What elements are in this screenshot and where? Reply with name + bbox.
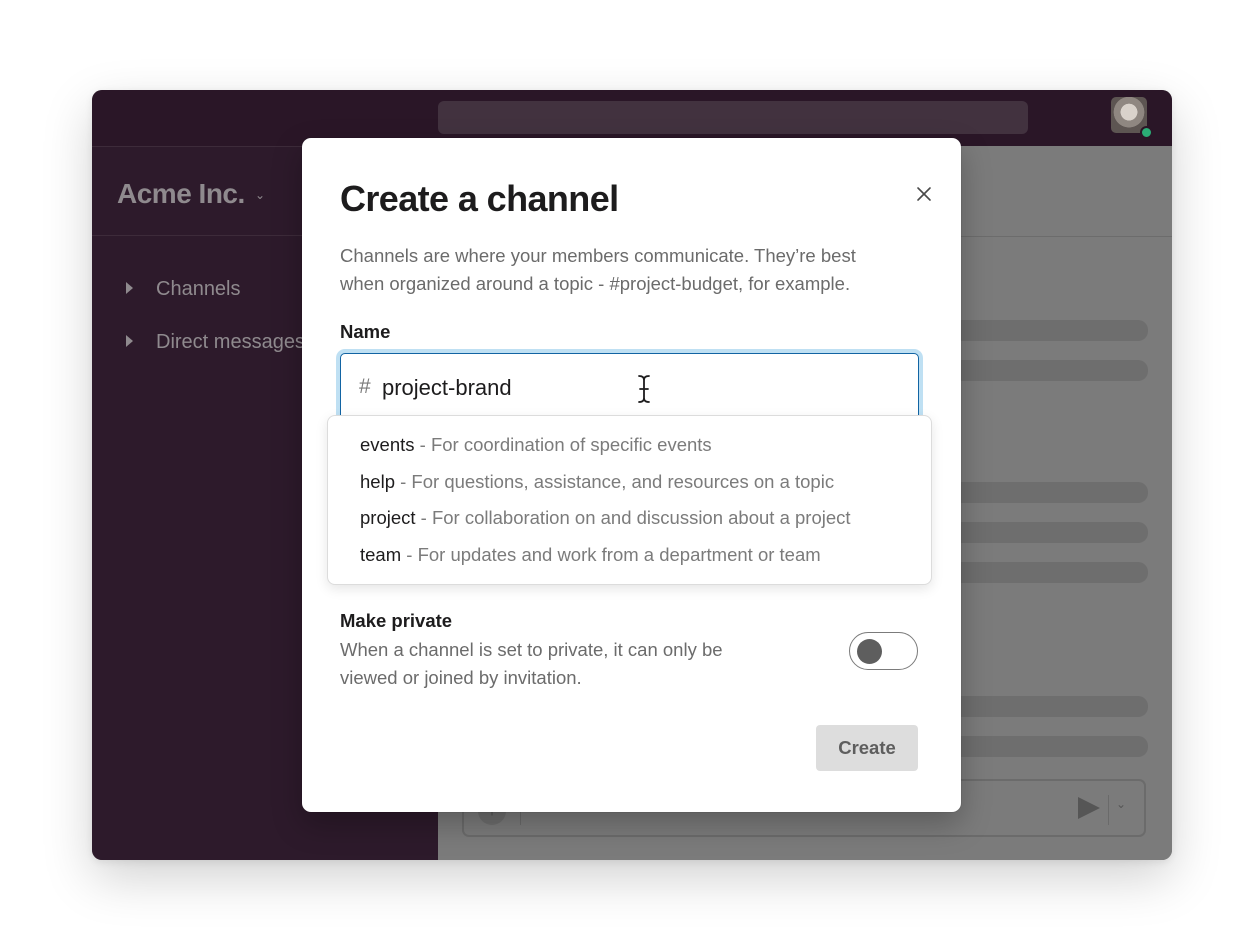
chevron-down-icon[interactable]: ⌄ [1116, 797, 1126, 811]
suggestion-item[interactable]: help - For questions, assistance, and re… [360, 471, 834, 493]
sidebar-item-label: Channels [156, 278, 241, 300]
suggestion-description: - For coordination of specific events [414, 434, 712, 455]
sidebar-item-label: Direct messages [156, 331, 305, 353]
chevron-down-icon[interactable]: ⌄ [255, 188, 265, 202]
channel-name-suggestions: events - For coordination of specific ev… [327, 415, 932, 585]
suggestion-item[interactable]: team - For updates and work from a depar… [360, 544, 821, 566]
make-private-toggle[interactable] [849, 632, 918, 670]
text-cursor-icon [636, 373, 652, 405]
suggestion-item[interactable]: project - For collaboration on and discu… [360, 507, 851, 529]
make-private-description: When a channel is set to private, it can… [340, 639, 723, 688]
hash-icon: # [359, 375, 371, 398]
suggestion-name: events [360, 434, 415, 455]
suggestion-description: - For collaboration on and discussion ab… [415, 507, 851, 528]
create-channel-modal: Create a channel Channels are where your… [302, 138, 961, 812]
suggestion-description: - For questions, assistance, and resourc… [394, 471, 835, 492]
modal-description: Channels are where your members communic… [340, 245, 856, 294]
suggestion-name: team [360, 544, 402, 565]
workspace-name[interactable]: Acme Inc. [117, 178, 245, 210]
presence-status-icon [1140, 126, 1153, 139]
suggestion-name: project [360, 507, 416, 528]
divider [1108, 795, 1109, 825]
create-button[interactable]: Create [816, 725, 918, 771]
close-icon[interactable] [912, 182, 936, 206]
search-bar[interactable] [438, 101, 1028, 134]
modal-title: Create a channel [340, 178, 619, 219]
suggestion-name: help [360, 471, 395, 492]
name-label: Name [340, 321, 391, 342]
caret-right-icon[interactable] [126, 282, 133, 294]
make-private-label: Make private [340, 610, 453, 631]
send-icon[interactable] [1078, 797, 1100, 819]
suggestion-item[interactable]: events - For coordination of specific ev… [360, 434, 712, 456]
suggestion-description: - For updates and work from a department… [401, 544, 821, 565]
caret-right-icon[interactable] [126, 335, 133, 347]
toggle-knob [857, 639, 882, 664]
channel-name-value[interactable]: project-brand [382, 375, 512, 401]
